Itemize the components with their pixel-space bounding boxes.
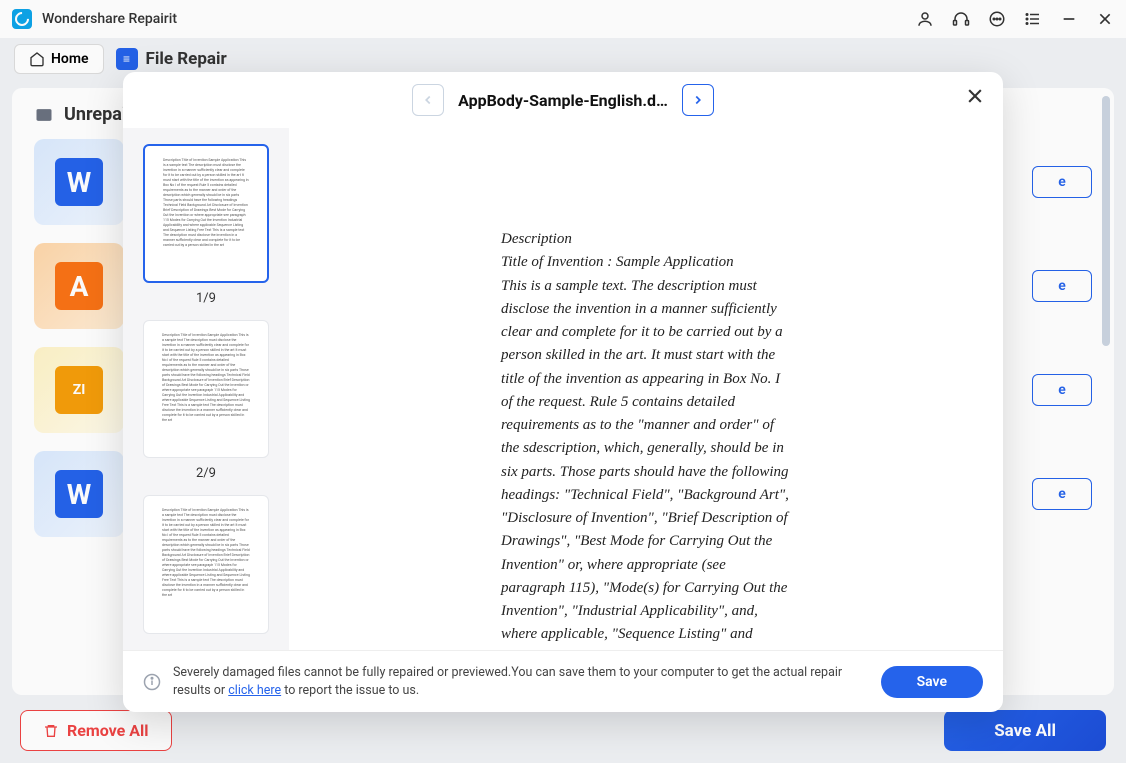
chevron-left-icon <box>421 93 435 107</box>
modal-footer: Severely damaged files cannot be fully r… <box>123 650 1003 712</box>
thumbnail-panel[interactable]: Description Title of Invention Sample Ap… <box>123 128 289 650</box>
document-view[interactable]: Description Title of Invention : Sample … <box>289 128 1003 650</box>
modal-header: AppBody-Sample-English.d… <box>123 72 1003 128</box>
page-thumbnail[interactable]: Description Title of Invention Sample Ap… <box>143 495 269 634</box>
info-icon <box>143 673 161 691</box>
footer-link[interactable]: click here <box>228 683 281 698</box>
document-filename: AppBody-Sample-English.d… <box>458 91 668 110</box>
preview-modal: AppBody-Sample-English.d… Description Ti… <box>123 72 1003 712</box>
next-file-button[interactable] <box>682 84 714 116</box>
thumbnail-label: 2/9 <box>196 466 216 481</box>
thumbnail-label: 1/9 <box>196 291 216 306</box>
close-modal-button[interactable] <box>963 84 987 108</box>
footer-msg-2: to report the issue to us. <box>281 683 419 698</box>
footer-text: Severely damaged files cannot be fully r… <box>173 664 869 699</box>
save-label: Save <box>917 674 947 690</box>
document-content: Description Title of Invention : Sample … <box>501 228 791 650</box>
close-icon <box>965 86 985 106</box>
modal-body: Description Title of Invention Sample Ap… <box>123 128 1003 650</box>
page-thumbnail[interactable]: Description Title of Invention Sample Ap… <box>143 320 269 459</box>
page-thumbnail[interactable]: Description Title of Invention Sample Ap… <box>143 144 269 283</box>
save-button[interactable]: Save <box>881 666 983 698</box>
prev-file-button[interactable] <box>412 84 444 116</box>
chevron-right-icon <box>691 93 705 107</box>
